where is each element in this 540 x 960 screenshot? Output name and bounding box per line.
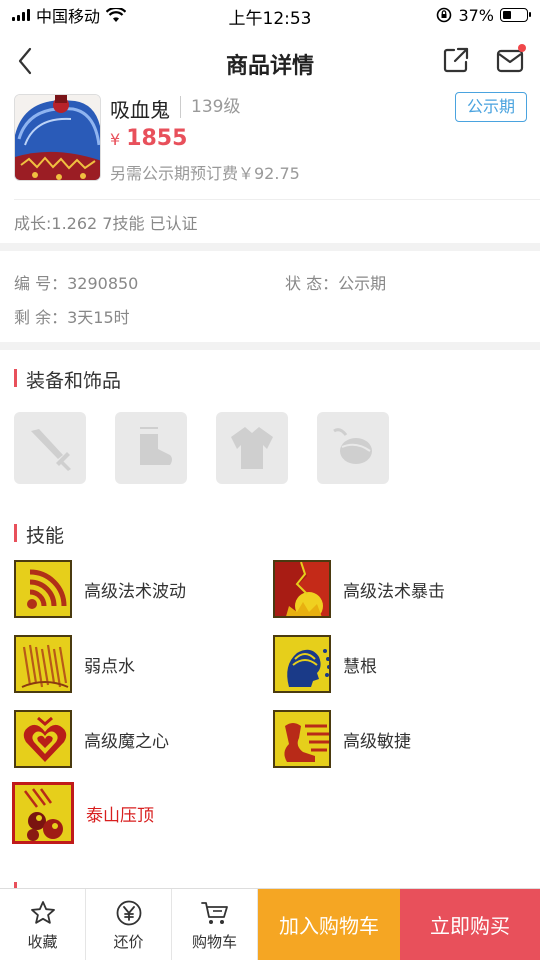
battery-icon (500, 8, 531, 22)
wave-skill-icon (14, 560, 72, 618)
price-value: 1855 (126, 126, 188, 151)
skill-item[interactable]: 弱点水 (14, 635, 135, 693)
divider (14, 199, 540, 200)
skill-name: 高级魔之心 (84, 731, 169, 752)
favorite-button[interactable]: 收藏 (0, 889, 86, 960)
info-id: 编 号：3290850 (14, 270, 138, 294)
skill-name: 泰山压顶 (86, 805, 154, 826)
info-id-value: 3290850 (67, 274, 139, 293)
info-status-value: 公示期 (338, 274, 387, 293)
rotation-lock-icon (437, 7, 452, 23)
skill-item[interactable]: 高级法术波动 (14, 560, 186, 618)
unread-dot (518, 44, 526, 52)
taishan-skill-icon (12, 782, 74, 844)
cart-button[interactable]: 购物车 (172, 889, 258, 960)
preorder-fee: 另需公示期预订费￥92.75 (110, 164, 300, 183)
info-status-label: 状 态： (285, 274, 339, 293)
wisdom-skill-icon (273, 635, 331, 693)
info-id-label: 编 号： (14, 274, 68, 293)
skill-name: 弱点水 (84, 656, 135, 677)
section-gap (0, 342, 540, 350)
product-name: 吸血鬼 (110, 98, 170, 122)
battery-percent: 37% (458, 5, 494, 25)
share-button[interactable] (440, 44, 472, 76)
section-gap (0, 243, 540, 251)
yen-coin-icon (116, 900, 141, 925)
equipment-section-title: 装备和饰品 (14, 366, 121, 393)
armor-icon[interactable] (216, 412, 288, 484)
skill-item[interactable]: 高级敏捷 (273, 710, 411, 768)
water-weak-skill-icon (14, 635, 72, 693)
star-icon (30, 900, 55, 924)
necklace-icon[interactable] (317, 412, 389, 484)
info-remaining: 剩 余：3天15时 (14, 304, 130, 328)
crit-skill-icon (273, 560, 331, 618)
carrier-name: 中国移动 (36, 7, 101, 26)
nav-bar: 商品详情 (0, 30, 540, 92)
share-icon (443, 47, 469, 73)
currency-symbol: ¥ (110, 130, 121, 149)
boot-icon[interactable] (115, 412, 187, 484)
vampire-pet-image (15, 95, 100, 180)
wifi-icon (106, 7, 127, 22)
message-button[interactable] (494, 44, 528, 76)
status-left: 中国移动 (12, 3, 127, 27)
magic-heart-skill-icon (14, 710, 72, 768)
skill-item[interactable]: 慧根 (273, 635, 377, 693)
bargain-label: 还价 (113, 932, 144, 951)
signal-icon (12, 9, 30, 21)
skill-item[interactable]: 高级法术暴击 (273, 560, 445, 618)
skill-name: 慧根 (343, 656, 377, 677)
skill-item[interactable]: 高级魔之心 (14, 710, 169, 768)
skill-name: 高级法术暴击 (343, 581, 445, 602)
bargain-button[interactable]: 还价 (86, 889, 172, 960)
product-price: ¥1855 (110, 126, 187, 151)
status-bar: 中国移动 上午12:53 37% (0, 0, 540, 30)
info-remaining-label: 剩 余： (14, 308, 68, 327)
status-right: 37% (436, 5, 531, 25)
product-level: 139级 (180, 96, 240, 118)
cart-label: 购物车 (191, 932, 237, 951)
skill-item-selected[interactable]: 泰山压顶 (12, 782, 154, 844)
info-status: 状 态：公示期 (285, 270, 386, 294)
skills-section-title: 技能 (14, 521, 64, 548)
favorite-label: 收藏 (27, 932, 58, 951)
bottom-action-bar: 收藏 还价 购物车 加入购物车 立即购买 (0, 888, 540, 960)
skill-name: 高级法术波动 (84, 581, 186, 602)
info-remaining-value: 3天15时 (67, 308, 130, 327)
battery-fill (503, 11, 511, 19)
skill-name: 高级敏捷 (343, 731, 411, 752)
growth-summary: 成长:1.262 7技能 已认证 (14, 214, 198, 233)
sword-icon[interactable] (14, 412, 86, 484)
add-to-cart-button[interactable]: 加入购物车 (258, 889, 400, 960)
status-badge: 公示期 (455, 92, 527, 122)
cart-icon (200, 901, 228, 924)
product-header: 吸血鬼 139级 公示期 ¥1855 另需公示期预订费￥92.75 (0, 92, 540, 200)
agility-skill-icon (273, 710, 331, 768)
product-thumbnail[interactable] (14, 94, 101, 181)
buy-now-button[interactable]: 立即购买 (400, 889, 540, 960)
